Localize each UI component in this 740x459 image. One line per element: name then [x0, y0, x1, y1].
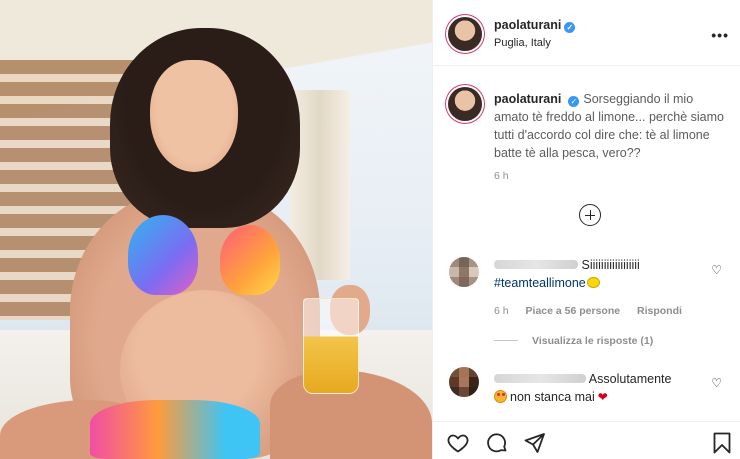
lemon-emoji-icon [586, 277, 600, 288]
comment-text: Siiiiiiiiiiiiiiiiii [581, 258, 640, 272]
caption-timestamp[interactable]: 6 h [494, 170, 509, 182]
caption: paolaturani ✓ Sorseggiando il mio amato tè… [494, 90, 729, 162]
verified-badge-icon: ✓ [568, 96, 580, 107]
caption-avatar[interactable] [448, 87, 482, 121]
photo-bikini-bottom [90, 400, 260, 459]
heart-icon[interactable] [446, 431, 470, 455]
username[interactable]: paolaturani ✓ [494, 18, 576, 33]
smiling-face-with-hearts-icon [494, 390, 507, 403]
send-icon[interactable] [523, 431, 547, 455]
username-text[interactable]: paolaturani [494, 18, 561, 32]
comment-like-heart-icon[interactable]: ♡ [711, 263, 722, 277]
post-header: paolaturani ✓ Puglia, Italy ••• [433, 0, 740, 66]
plus-circle-icon[interactable] [579, 204, 601, 226]
comment-username-blurred[interactable] [494, 374, 586, 383]
view-replies-button[interactable]: Visualizza le risposte (1) [494, 335, 653, 347]
comment-text-continued: non stanca mai [510, 390, 595, 404]
photo-iced-tea-glass [303, 298, 359, 394]
caption-username[interactable]: paolaturani [494, 92, 561, 106]
comment-hashtag[interactable]: #teamteallimone [494, 276, 586, 290]
reply-button[interactable]: Rispondi [637, 305, 682, 317]
comment-like-heart-icon[interactable]: ♡ [711, 376, 722, 390]
comment: Siiiiiiiiiiiiiiiiii #teamteallimone [494, 256, 704, 292]
post-photo[interactable] [0, 0, 432, 459]
comment-icon[interactable] [485, 431, 509, 455]
comment-timestamp[interactable]: 6 h [494, 305, 509, 317]
comment-username-blurred[interactable] [494, 260, 578, 269]
location-link[interactable]: Puglia, Italy [494, 37, 551, 49]
comment: Assolutamente non stanca mai ❤ [494, 370, 704, 406]
more-horizontal-icon[interactable]: ••• [711, 27, 729, 43]
comment-avatar[interactable] [449, 367, 479, 397]
bookmark-icon[interactable] [710, 431, 734, 455]
photo-face [150, 60, 238, 172]
instagram-post: paolaturani ✓ Puglia, Italy ••• paolatura… [0, 0, 740, 459]
comment-likes[interactable]: Piace a 56 persone [526, 305, 621, 317]
action-bar [433, 421, 740, 459]
comment-meta: 6 h Piace a 56 persone Rispondi [494, 305, 696, 317]
post-side-panel: paolaturani ✓ Puglia, Italy ••• paolatura… [432, 0, 740, 459]
mending-heart-icon: ❤ [597, 390, 608, 404]
comment-avatar[interactable] [449, 257, 479, 287]
photo-bikini-top-left [128, 215, 198, 295]
verified-badge-icon: ✓ [564, 22, 576, 33]
comment-text: Assolutamente [588, 372, 672, 386]
avatar[interactable] [448, 17, 482, 51]
photo-bikini-top-right [220, 225, 280, 295]
